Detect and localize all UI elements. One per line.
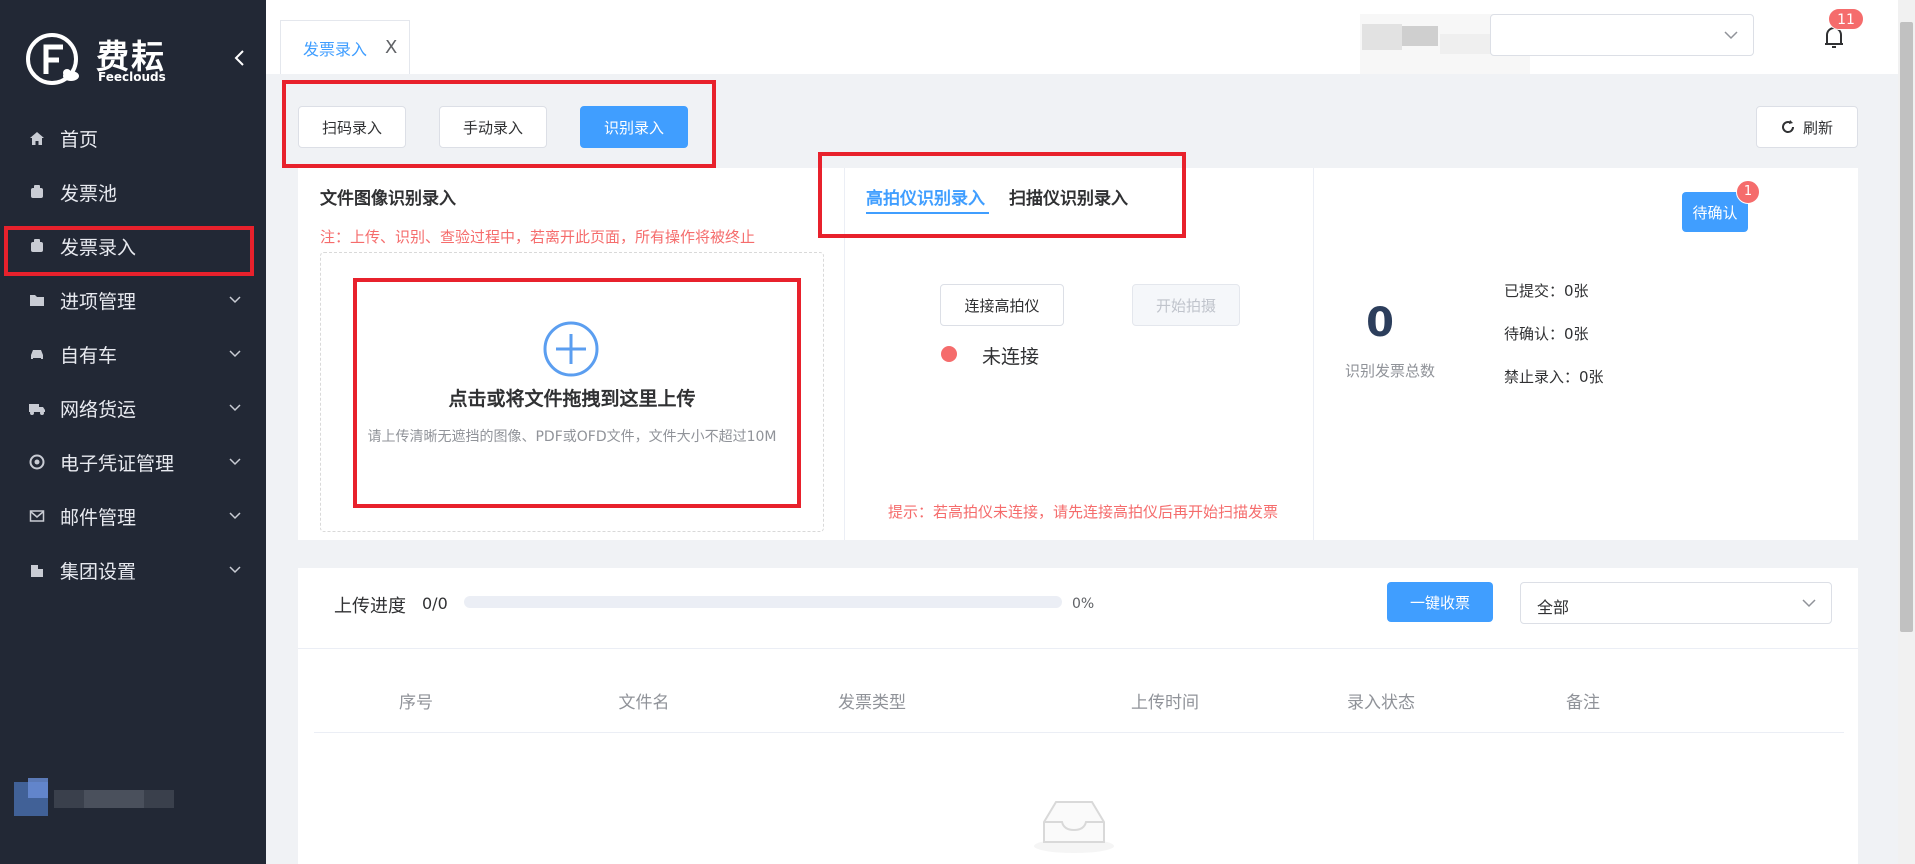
pending-badge: 1 (1736, 180, 1760, 204)
upload-section-title: 文件图像识别录入 (320, 189, 456, 209)
empty-inbox-icon (1034, 801, 1114, 853)
active-tab-indicator (866, 212, 989, 214)
column-header-upload-time: 上传时间 (1131, 693, 1199, 713)
sidebar-item-mail-management[interactable]: 邮件管理 (0, 492, 266, 540)
progress-label: 上传进度 (334, 596, 406, 617)
feeclouds-logo-icon (26, 33, 79, 85)
panel-divider (844, 168, 845, 540)
progress-percent: 0% (1072, 596, 1095, 612)
collapse-sidebar-icon[interactable] (230, 48, 250, 68)
filter-value: 全部 (1537, 598, 1570, 617)
user-avatar-blurred[interactable] (14, 778, 194, 816)
sidebar-item-label: 发票录入 (60, 236, 137, 259)
recognized-total-label: 识别发票总数 (1344, 362, 1435, 380)
column-header-invoice-type: 发票类型 (838, 693, 906, 713)
chevron-down-icon (229, 404, 241, 412)
column-header-filename: 文件名 (618, 693, 670, 713)
chevron-down-icon (1802, 599, 1816, 608)
progress-bar (464, 596, 1062, 608)
refresh-icon (1781, 120, 1794, 133)
e-voucher-icon (28, 453, 46, 471)
sidebar-item-label: 发票池 (60, 182, 118, 205)
status-indicator-dot (941, 346, 957, 362)
recognized-total-count: 0 (1366, 300, 1394, 346)
tab-invoice-entry[interactable]: 发票录入 X (280, 20, 410, 74)
chevron-down-icon (229, 512, 241, 520)
status-filter-select[interactable]: 全部 (1520, 582, 1832, 624)
sidebar-item-own-vehicle[interactable]: 自有车 (0, 330, 266, 378)
tab-document-camera[interactable]: 高拍仪识别录入 (866, 184, 985, 209)
submitted-count: 已提交：0张 (1504, 282, 1589, 300)
sidebar-item-label: 集团设置 (60, 560, 137, 583)
refresh-label: 刷新 (1802, 118, 1833, 137)
one-click-collect-button[interactable]: 一键收票 (1387, 582, 1493, 622)
column-header-entry-status: 录入状态 (1347, 693, 1415, 713)
invoice-entry-icon (28, 237, 46, 255)
dropzone-hint: 请上传清晰无遮挡的图像、PDF或OFD文件，文件大小不超过10M (367, 429, 777, 445)
sidebar-item-group-settings[interactable]: 集团设置 (0, 546, 266, 594)
tab-label: 发票录入 (303, 39, 368, 59)
sidebar-item-input-management[interactable]: 进项管理 (0, 276, 266, 324)
manual-entry-button[interactable]: 手动录入 (439, 106, 547, 148)
progress-count: 0/0 (422, 594, 448, 613)
chevron-down-icon (229, 350, 241, 358)
sidebar-item-label: 进项管理 (60, 290, 137, 313)
sidebar-item-home[interactable]: 首页 (0, 114, 266, 162)
tab-scanner[interactable]: 扫描仪识别录入 (1009, 184, 1128, 209)
chevron-down-icon (229, 458, 241, 466)
sidebar-item-label: 邮件管理 (60, 506, 137, 529)
sidebar-item-label: 电子凭证管理 (60, 452, 175, 475)
scan-code-entry-button[interactable]: 扫码录入 (298, 106, 406, 148)
start-capture-button[interactable]: 开始拍摄 (1132, 284, 1240, 326)
notification-badge: 11 (1828, 8, 1864, 30)
account-select[interactable] (1490, 14, 1754, 56)
folder-icon (28, 291, 46, 309)
home-icon (28, 129, 46, 147)
add-upload-icon (543, 321, 599, 377)
scrollbar-thumb[interactable] (1900, 22, 1913, 632)
blocked-count: 禁止录入：0张 (1504, 368, 1604, 386)
recognize-entry-button[interactable]: 识别录入 (580, 106, 688, 148)
sidebar-item-network-freight[interactable]: 网络货运 (0, 384, 266, 432)
connect-camera-button[interactable]: 连接高拍仪 (940, 284, 1064, 326)
sidebar-item-e-voucher[interactable]: 电子凭证管理 (0, 438, 266, 486)
car-icon (28, 345, 46, 363)
chevron-down-icon (229, 296, 241, 304)
upload-warning-note: 注：上传、识别、查验过程中，若离开此页面，所有操作将被终止 (320, 228, 756, 246)
invoice-pool-icon (28, 183, 46, 201)
brand-name-english: Feeclouds (98, 70, 166, 84)
sidebar: 费耘 Feeclouds 首页 发票池 发票录入 进项管理 自有车 网络货运 电… (0, 0, 266, 864)
table-header-divider (314, 732, 1844, 733)
truck-icon (28, 399, 46, 417)
section-divider (298, 648, 1858, 649)
refresh-button[interactable]: 刷新 (1756, 106, 1858, 148)
mail-icon (28, 507, 46, 525)
close-tab-icon[interactable]: X (385, 37, 397, 58)
sidebar-item-label: 网络货运 (60, 398, 137, 421)
to-confirm-count: 待确认：0张 (1504, 325, 1589, 343)
sidebar-item-invoice-entry[interactable]: 发票录入 (0, 222, 266, 270)
chevron-down-icon (1724, 31, 1738, 40)
connection-status: 未连接 (982, 346, 1040, 368)
chevron-down-icon (229, 566, 241, 574)
column-header-index: 序号 (399, 693, 433, 713)
sidebar-item-label: 首页 (60, 128, 99, 151)
camera-hint: 提示：若高拍仪未连接，请先连接高拍仪后再开始扫描发票 (888, 503, 1279, 521)
panel-divider (1313, 168, 1314, 540)
sidebar-item-invoice-pool[interactable]: 发票池 (0, 168, 266, 216)
sidebar-item-label: 自有车 (60, 344, 118, 367)
building-icon (28, 561, 46, 579)
column-header-remark: 备注 (1566, 693, 1600, 713)
dropzone-text: 点击或将文件拖拽到这里上传 (448, 388, 696, 410)
